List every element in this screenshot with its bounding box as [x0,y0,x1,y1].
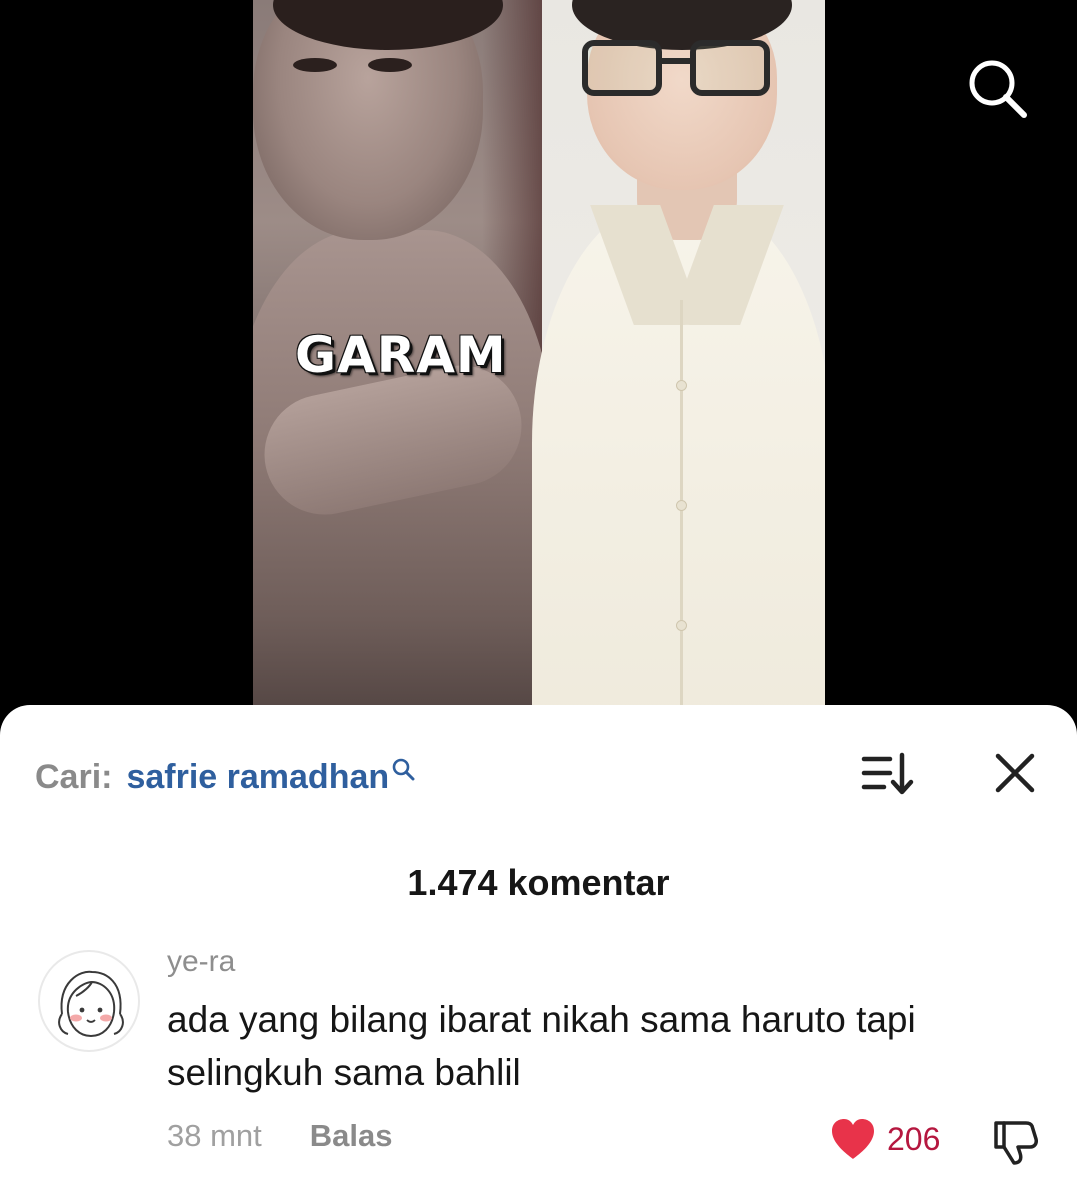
comment-timestamp: 38 mnt [167,1118,262,1153]
comment-search-suggestion[interactable]: Cari: safrie ramadhan [35,757,415,797]
close-button[interactable] [992,750,1038,796]
video-right-panel [532,0,825,740]
avatar[interactable] [38,950,140,1052]
dislike-icon [994,1121,1038,1165]
comments-sheet: Cari: safrie ramadhan 1.474 komentar ye-… [0,705,1077,1200]
comment-meta: 38 mnt Balas [167,1118,393,1154]
search-icon [969,60,1027,118]
close-icon [995,753,1035,793]
like-button[interactable]: 206 [829,1117,940,1161]
sort-button[interactable] [860,749,916,799]
reply-button[interactable]: Balas [310,1118,393,1154]
comment-count: 1.474 komentar [407,862,670,903]
like-count: 206 [887,1120,941,1157]
sort-icon [861,752,914,795]
comment-text: ada yang bilang ibarat nikah sama haruto… [167,999,916,1093]
dislike-button[interactable] [990,1117,1040,1167]
video-caption: GARAM [295,326,507,384]
search-button[interactable] [966,57,1030,121]
video-player[interactable]: GARAM [0,0,1077,740]
comment-username[interactable]: ye-ra [167,945,235,979]
avatar-illustration [58,970,124,1038]
search-prefix: Cari: [35,757,113,796]
search-icon [392,758,415,781]
search-term-link[interactable]: safrie ramadhan [126,758,389,797]
heart-icon [832,1119,874,1159]
